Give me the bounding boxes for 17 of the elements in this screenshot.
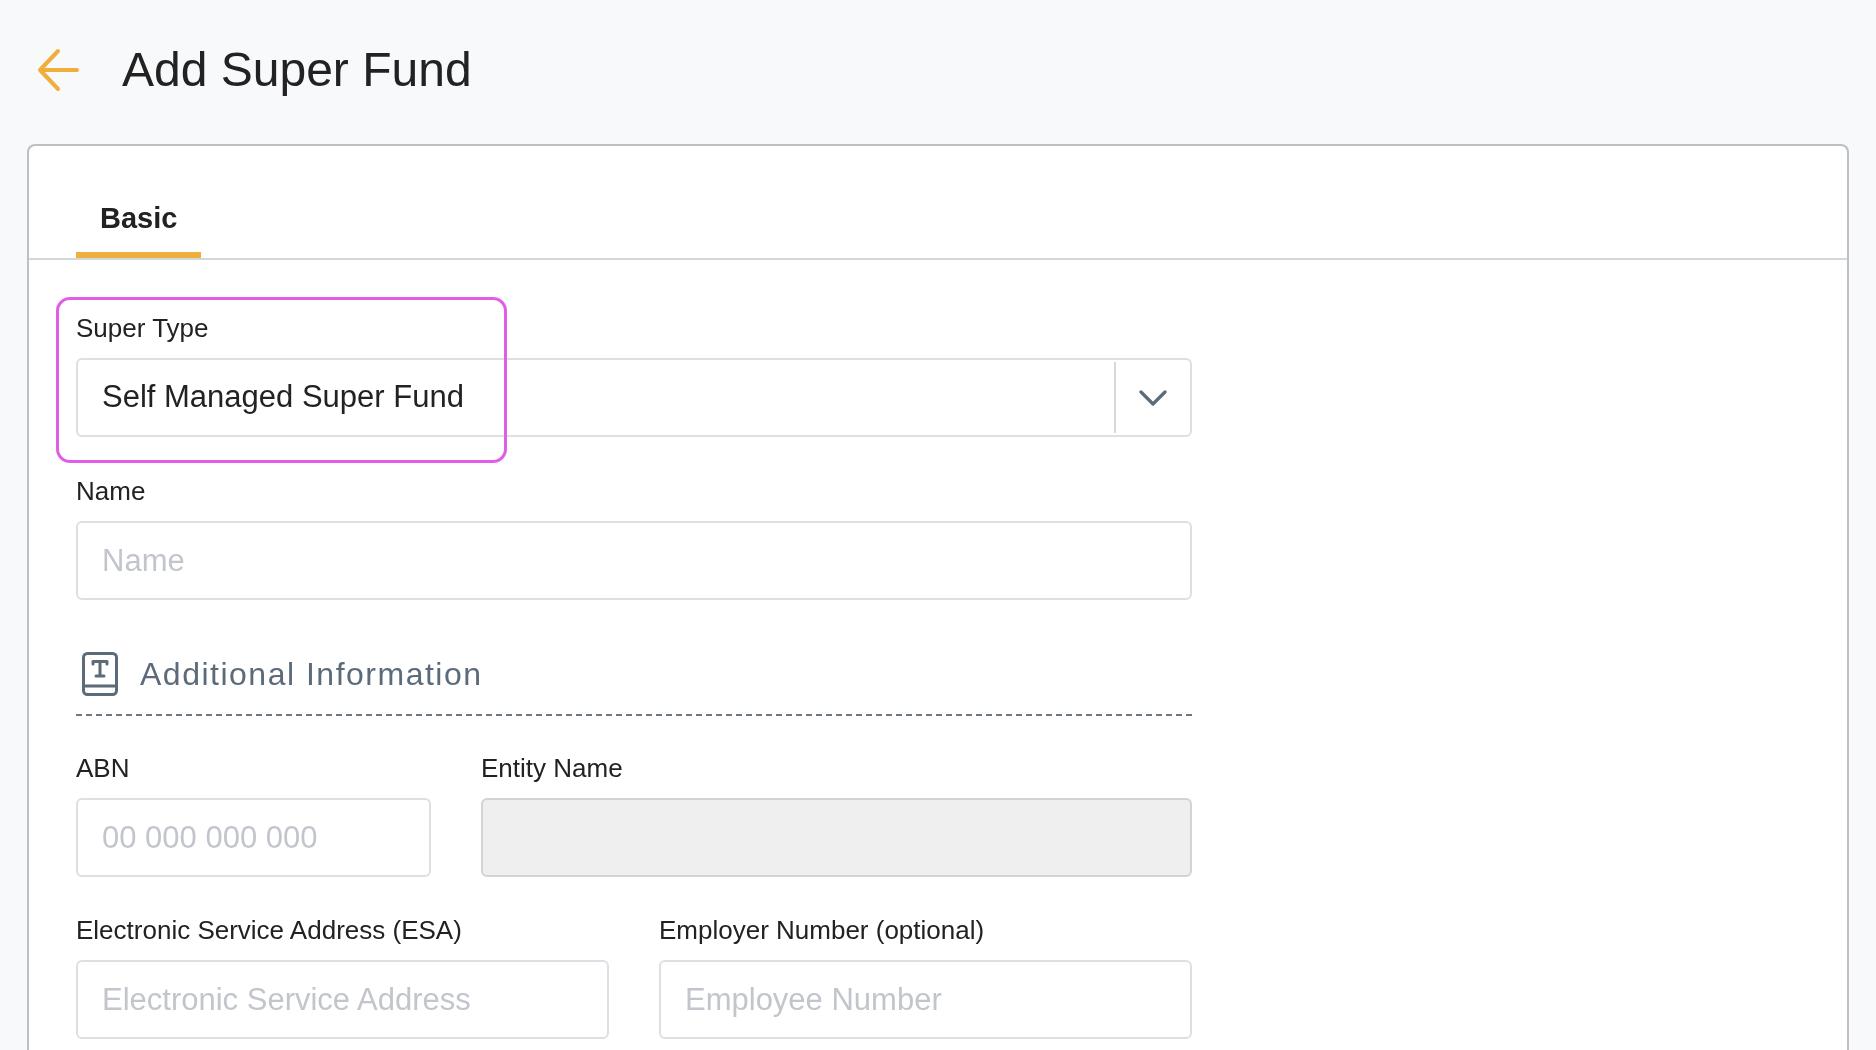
field-label: Super Type — [76, 313, 209, 344]
field-label: Electronic Service Address (ESA) — [76, 915, 462, 946]
field-label: Employer Number (optional) — [659, 915, 985, 946]
input-field[interactable]: Electronic Service Address — [76, 960, 609, 1039]
input-field[interactable]: 00 000 000 000 — [76, 798, 431, 877]
chevron-down-icon — [1139, 389, 1167, 406]
section-title: Additional Information — [140, 655, 483, 694]
tab[interactable]: Basic — [76, 186, 202, 258]
back-arrow-icon[interactable] — [36, 48, 80, 92]
field-label: ABN — [76, 753, 130, 784]
select-field[interactable]: Self Managed Super Fund — [76, 358, 1192, 437]
book-icon — [82, 652, 118, 696]
input-field[interactable]: Employee Number — [659, 960, 1192, 1039]
page-title: Add Super Fund — [122, 42, 472, 98]
input-field[interactable]: Name — [76, 521, 1192, 600]
field-label: Name — [76, 476, 146, 507]
field-label: Entity Name — [481, 753, 623, 784]
